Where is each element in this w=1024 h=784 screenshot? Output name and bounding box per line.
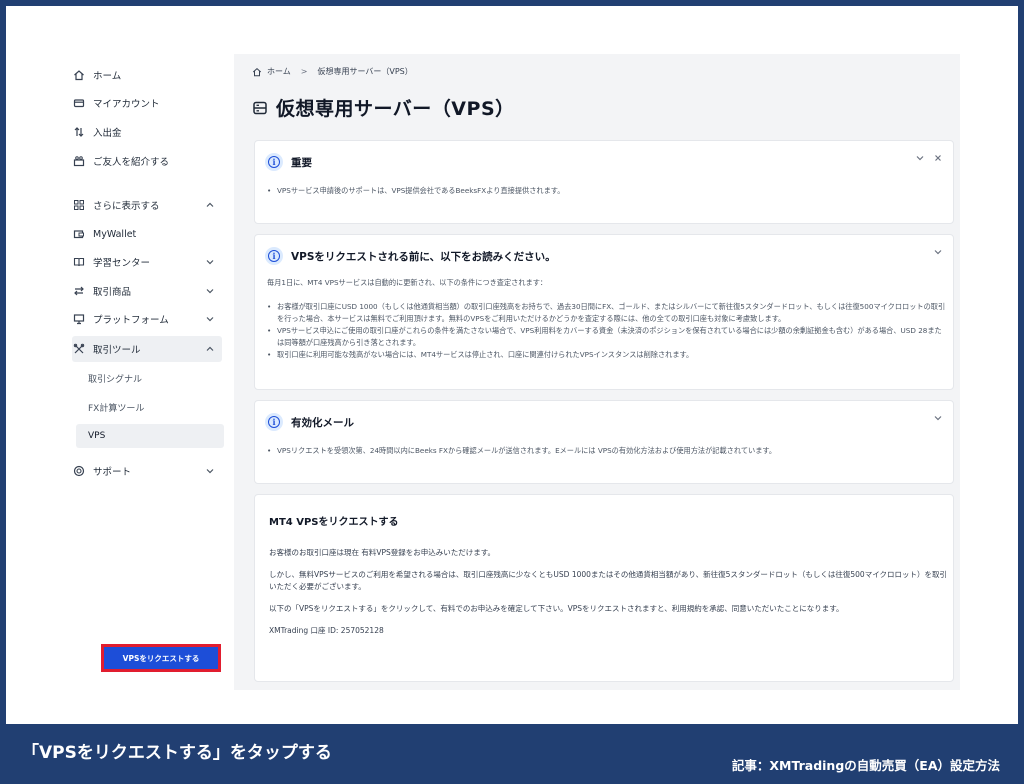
home-icon[interactable] [252,67,262,77]
activation-list: VPSリクエストを受領次第、24時間以内にBeeks FXから確認メールが送信さ… [267,445,947,457]
chevron-down-icon [204,465,216,477]
request-paragraph-1: お客様のお取引口座は現在 有料VPS登録をお申込みいただけます。 [269,548,496,557]
breadcrumb: ホーム > 仮想専用サーバー（VPS） [252,66,413,77]
sidebar-item-trading-tools[interactable]: 取引ツール [72,336,222,362]
card-title: VPSをリクエストされる前に、以下をお読みください。 [291,250,556,263]
sidebar-subitem-label: VPS [88,431,106,441]
list-item: VPSサービス申込にご使用の取引口座がこれらの条件を満たさない場合で、VPS利用… [267,325,947,349]
request-vps-button[interactable]: VPSをリクエストする [101,644,221,672]
chevron-up-icon [204,199,216,211]
chevron-up-icon [204,343,216,355]
sidebar-item-label: ご友人を紹介する [93,157,170,168]
referral-icon [72,154,86,168]
sidebar-subitem-label: FX計算ツール [88,403,145,414]
request-paragraph-3: 以下の「VPSをリクエストする」をクリックして、有料でのお申込みを確定して下さい… [269,604,844,613]
card-controls [933,413,943,426]
chevron-down-icon[interactable] [915,153,925,166]
sidebar-item-home[interactable]: ホーム [72,62,222,88]
card-controls [915,153,943,166]
sidebar-item-mywallet[interactable]: MyWallet [72,221,222,247]
card-title: 有効化メール [291,416,354,429]
breadcrumb-separator: > [300,67,308,76]
card-controls [933,247,943,260]
page-title: 仮想専用サーバー（VPS） [276,98,515,120]
grid-icon [72,198,86,212]
exchange-icon [72,284,86,298]
server-icon [252,100,268,116]
activation-email-card: i 有効化メール VPSリクエストを受領次第、24時間以内にBeeks FXから… [254,400,954,484]
monitor-icon [72,312,86,326]
sidebar-item-label: さらに表示する [93,201,160,212]
sidebar-item-trading-products[interactable]: 取引商品 [72,278,222,304]
sidebar-item-platform[interactable]: プラットフォーム [72,306,222,332]
card-icon [72,96,86,110]
sidebar-subitem-label: 取引シグナル [88,374,143,385]
chevron-down-icon [204,313,216,325]
card-header: i VPSをリクエストされる前に、以下をお読みください。 [265,247,556,265]
before-intro: 毎月1日に、MT4 VPSサービスは自動的に更新され、以下の条件につき査定されま… [267,278,548,287]
close-icon[interactable] [933,153,943,166]
chevron-down-icon [204,285,216,297]
main-content: ホーム > 仮想専用サーバー（VPS） 仮想専用サーバー（VPS） i 重要 •… [234,54,960,690]
sidebar-item-my-account[interactable]: マイアカウント [72,90,222,116]
important-list: VPSサービス申請後のサポートは、VPS提供会社であるBeeksFXより直接提供… [267,185,937,197]
instruction-caption: 「VPSをリクエストする」をタップする [22,743,332,763]
sidebar-item-show-more[interactable]: さらに表示する [72,192,222,218]
request-vps-card: MT4 VPSをリクエストする お客様のお取引口座は現在 有料VPS登録をお申込… [254,494,954,682]
sidebar-item-label: 学習センター [93,258,151,269]
sidebar-subitem-trading-signals[interactable]: 取引シグナル [76,366,224,390]
breadcrumb-home[interactable]: ホーム [267,66,291,77]
wallet-icon [72,227,86,241]
chevron-down-icon [204,256,216,268]
list-item: お客様が取引口座にUSD 1000（もしくは他通貨相当額）の取引口座残高をお持ち… [267,301,947,325]
list-item: 取引口座に利用可能な残高がない場合には、MT4サービスは停止され、口座に関連付け… [267,349,947,361]
sidebar-item-label: 入出金 [93,128,122,139]
transfer-icon [72,125,86,139]
request-paragraph-2: しかし、無料VPSサービスのご利用を希望される場合は、取引口座残高に少なくともU… [269,570,948,591]
sidebar-item-label: マイアカウント [93,99,160,110]
before-list: お客様が取引口座にUSD 1000（もしくは他通貨相当額）の取引口座残高をお持ち… [267,301,947,361]
info-icon: i [265,247,283,265]
account-id: XMTrading 口座 ID: 257052128 [269,626,384,635]
sidebar-subitem-fx-calculator[interactable]: FX計算ツール [76,395,224,419]
card-header: i 有効化メール [265,413,354,431]
page-header: 仮想専用サーバー（VPS） [252,94,515,121]
before-request-card: i VPSをリクエストされる前に、以下をお読みください。 毎月1日に、MT4 V… [254,234,954,390]
screenshot-frame: ホーム マイアカウント 入出金 ご友人を紹介する さらに表示する MyWalle… [6,6,1018,724]
sidebar-item-label: 取引商品 [93,287,132,298]
sidebar-item-referral[interactable]: ご友人を紹介する [72,148,222,174]
lifebuoy-icon [72,464,86,478]
important-notice-card: i 重要 VPSサービス申請後のサポートは、VPS提供会社であるBeeksFXよ… [254,140,954,224]
sidebar-item-label: ホーム [93,71,122,82]
tools-icon [72,342,86,356]
sidebar-item-support[interactable]: サポート [72,458,222,484]
card-header: i 重要 [265,153,312,171]
sidebar: ホーム マイアカウント 入出金 ご友人を紹介する さらに表示する MyWalle… [68,52,228,692]
sidebar-item-label: 取引ツール [93,345,141,356]
card-title: 重要 [291,156,312,169]
info-icon: i [265,153,283,171]
breadcrumb-current: 仮想専用サーバー（VPS） [317,67,413,76]
sidebar-item-label: サポート [93,467,132,478]
home-icon [72,68,86,82]
list-item: VPSリクエストを受領次第、24時間以内にBeeks FXから確認メールが送信さ… [267,445,947,457]
article-title: 記事：XMTradingの自動売買（EA）設定方法 [731,758,1000,773]
list-item: VPSサービス申請後のサポートは、VPS提供会社であるBeeksFXより直接提供… [267,185,937,197]
card-title: MT4 VPSをリクエストする [269,517,399,528]
info-icon: i [265,413,283,431]
sidebar-item-label: MyWallet [93,228,137,240]
sidebar-item-learning-center[interactable]: 学習センター [72,249,222,275]
book-icon [72,255,86,269]
sidebar-item-label: プラットフォーム [93,315,169,326]
sidebar-item-deposit-withdrawal[interactable]: 入出金 [72,119,222,145]
app-window: ホーム マイアカウント 入出金 ご友人を紹介する さらに表示する MyWalle… [68,52,966,692]
chevron-down-icon[interactable] [933,413,943,426]
sidebar-subitem-vps[interactable]: VPS [76,424,224,448]
button-label: VPSをリクエストする [122,653,200,663]
chevron-down-icon[interactable] [933,247,943,260]
